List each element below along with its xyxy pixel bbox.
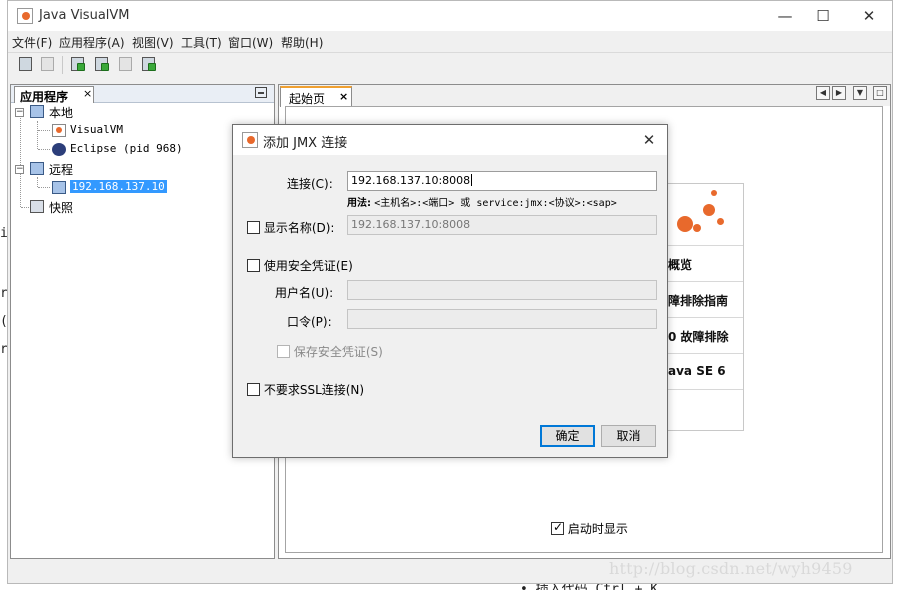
window-title: Java VisualVM: [39, 8, 130, 23]
use-security-checkbox[interactable]: [247, 259, 260, 272]
tab-applications[interactable]: 应用程序 ×: [14, 86, 94, 104]
tree-label-snapshots: 快照: [49, 201, 74, 215]
snapshot-icon[interactable]: [139, 55, 159, 74]
menubar: 文件(F) 应用程序(A) 视图(V) 工具(T) 窗口(W) 帮助(H): [8, 31, 892, 52]
no-ssl-label: 不要求SSL连接(N): [263, 383, 365, 397]
save-icon[interactable]: [38, 55, 58, 74]
eclipse-icon: [52, 143, 66, 156]
tab-start-page[interactable]: 起始页 ×: [280, 86, 352, 107]
start-page-tabbar: 起始页 × ◀ ▶ ▼ □: [279, 85, 890, 107]
start-page-link[interactable]: 概览: [665, 246, 743, 282]
menu-applications[interactable]: 应用程序(A): [59, 34, 125, 51]
snapshot-icon: [30, 200, 44, 213]
visualvm-app-icon: [242, 132, 258, 148]
tab-start-page-label: 起始页: [289, 92, 326, 106]
scroll-left-icon[interactable]: ◀: [816, 86, 830, 100]
start-page-link[interactable]: 0 故障排除: [665, 318, 743, 354]
menu-view[interactable]: 视图(V): [132, 34, 174, 51]
collapse-icon[interactable]: −: [15, 108, 24, 117]
tree-connector: [37, 121, 38, 149]
start-page-link[interactable]: ava SE 6: [665, 354, 743, 390]
no-ssl-checkbox[interactable]: [247, 383, 260, 396]
visualvm-logo: [665, 184, 743, 246]
maximize-button[interactable]: ☐: [800, 3, 846, 29]
toolbar: [8, 52, 892, 76]
add-jmx-icon[interactable]: [68, 55, 88, 74]
no-ssl-option[interactable]: 不要求SSL连接(N): [247, 381, 364, 398]
save-security-option[interactable]: 保存安全凭证(S): [277, 343, 383, 360]
save-security-label: 保存安全凭证(S): [293, 345, 383, 359]
connection-field[interactable]: 192.168.137.10:8008: [347, 171, 657, 191]
load-icon[interactable]: [16, 55, 36, 74]
display-name-option[interactable]: 显示名称(D):: [247, 219, 334, 236]
close-window-button[interactable]: ✕: [846, 3, 892, 29]
use-security-label: 使用安全凭证(E): [263, 259, 353, 273]
menu-window[interactable]: 窗口(W): [228, 34, 273, 51]
tab-applications-label: 应用程序: [20, 90, 69, 104]
tree-label-eclipse: Eclipse (pid 968): [70, 142, 183, 155]
show-on-startup-label: 启动时显示: [567, 522, 628, 536]
use-security-option[interactable]: 使用安全凭证(E): [247, 257, 353, 274]
username-field[interactable]: [347, 280, 657, 300]
menu-help[interactable]: 帮助(H): [281, 34, 323, 51]
menu-file[interactable]: 文件(F): [12, 34, 52, 51]
save-security-checkbox[interactable]: [277, 345, 290, 358]
add-remote-icon[interactable]: [92, 55, 112, 74]
tree-label-remote: 远程: [49, 163, 74, 177]
visualvm-app-icon: [17, 8, 33, 24]
connection-label: 连接(C):: [287, 177, 333, 191]
dialog-titlebar[interactable]: 添加 JMX 连接 ✕: [233, 125, 667, 155]
tree-label-remote-host: 192.168.137.10: [70, 180, 167, 193]
core-dump-icon[interactable]: [116, 55, 136, 74]
close-icon[interactable]: ×: [339, 90, 348, 103]
dropdown-icon[interactable]: ▼: [853, 86, 867, 100]
tree-label-local: 本地: [49, 106, 74, 120]
password-field[interactable]: [347, 309, 657, 329]
computer-icon: [30, 105, 44, 118]
tree-label-visualvm: VisualVM: [70, 123, 123, 136]
close-icon[interactable]: ×: [83, 87, 92, 100]
menu-tools[interactable]: 工具(T): [181, 34, 222, 51]
tree-connector: [20, 114, 21, 207]
username-label: 用户名(U):: [275, 286, 334, 300]
show-on-startup-checkbox[interactable]: [551, 520, 564, 535]
tree-connector: [38, 187, 50, 188]
start-page-link[interactable]: 障排除指南: [665, 282, 743, 318]
show-on-startup[interactable]: 启动时显示: [551, 520, 628, 537]
add-jmx-dialog: 添加 JMX 连接 ✕ 连接(C): 192.168.137.10:8008 用…: [232, 124, 668, 458]
ok-button[interactable]: 确定: [540, 425, 595, 447]
watermark: http://blog.csdn.net/wyh9459: [609, 559, 853, 578]
maximize-panel-icon[interactable]: □: [873, 86, 887, 100]
remote-host-icon: [52, 181, 66, 194]
applications-tabbar: 应用程序 ×: [11, 85, 274, 104]
tree-connector: [37, 177, 38, 187]
window-titlebar[interactable]: Java VisualVM — ☐ ✕: [8, 1, 892, 31]
minimize-panel-icon[interactable]: [255, 87, 267, 98]
toolbar-separator: [62, 56, 63, 74]
display-name-label: 显示名称(D):: [263, 221, 335, 235]
tree-connector: [38, 130, 50, 131]
close-dialog-button[interactable]: ✕: [637, 129, 661, 151]
collapse-icon[interactable]: −: [15, 165, 24, 174]
start-page-card: 概览 障排除指南 0 故障排除 ava SE 6: [664, 183, 744, 431]
dialog-title: 添加 JMX 连接: [263, 136, 348, 151]
display-name-field[interactable]: 192.168.137.10:8008: [347, 215, 657, 235]
scroll-right-icon[interactable]: ▶: [832, 86, 846, 100]
remote-host-icon: [30, 162, 44, 175]
password-label: 口令(P):: [287, 315, 332, 329]
visualvm-app-icon: [52, 124, 66, 137]
usage-hint: 用法: <主机名>:<端口> 或 service:jmx:<协议>:<sap>: [347, 198, 617, 209]
tree-connector: [38, 149, 50, 150]
cancel-button[interactable]: 取消: [601, 425, 656, 447]
display-name-checkbox[interactable]: [247, 221, 260, 234]
